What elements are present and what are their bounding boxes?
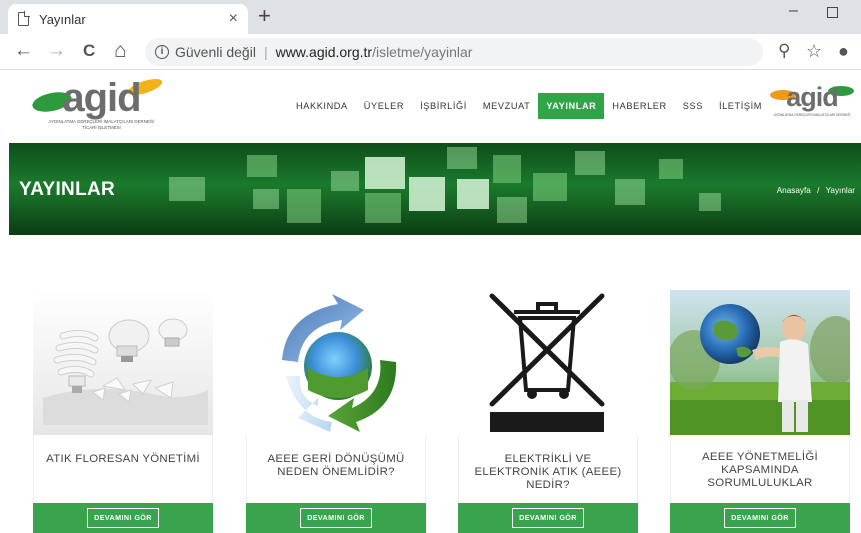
card-title: ELEKTRİKLİ VE ELEKTRONİK ATIK (AEEE) NED… bbox=[458, 435, 638, 503]
menu-item-iletisim[interactable]: İLETİŞİM bbox=[711, 93, 770, 119]
home-icon[interactable]: ⌂ bbox=[114, 40, 127, 62]
url-path: /isletme/yayinlar bbox=[372, 44, 473, 60]
menu-item-hakkinda[interactable]: HAKKINDA bbox=[288, 93, 356, 119]
new-tab-icon[interactable]: + bbox=[258, 5, 271, 27]
menu-item-mevzuat[interactable]: MEVZUAT bbox=[475, 93, 538, 119]
menu-item-isbirligi[interactable]: İŞBİRLİĞİ bbox=[412, 93, 475, 119]
menu-item-sss[interactable]: SSS bbox=[675, 93, 711, 119]
card-title: ATIK FLORESAN YÖNETİMİ bbox=[33, 435, 213, 503]
url-host: www.agid.org.tr bbox=[275, 44, 373, 60]
minimize-icon[interactable]: – bbox=[789, 2, 798, 20]
breadcrumb: Anasayfa / Yayınlar bbox=[777, 186, 855, 195]
recycle-globe-image[interactable] bbox=[246, 290, 426, 435]
card-footer: DEVAMINI GÖR bbox=[246, 503, 426, 533]
security-label: Güvenli değil bbox=[175, 44, 256, 60]
card-title: AEEE GERİ DÖNÜŞÜMÜ NEDEN ÖNEMLİDİR? bbox=[246, 435, 426, 503]
reload-icon[interactable]: C bbox=[83, 40, 95, 62]
publication-card: ELEKTRİKLİ VE ELEKTRONİK ATIK (AEEE) NED… bbox=[458, 290, 638, 533]
breadcrumb-separator: / bbox=[817, 186, 820, 195]
logo-subtitle: AYDINLATMA GEREÇLERİ İMALATÇILARI DERNEĞ… bbox=[48, 119, 155, 130]
info-icon[interactable]: i bbox=[155, 45, 169, 59]
main-menu: HAKKINDA ÜYELER İŞBİRLİĞİ MEVZUAT YAYINL… bbox=[288, 93, 770, 119]
card-footer: DEVAMINI GÖR bbox=[458, 503, 638, 533]
document-icon bbox=[18, 11, 30, 26]
zoom-icon[interactable]: ⚲ bbox=[778, 41, 790, 61]
page-title: YAYINLAR bbox=[19, 179, 116, 200]
menu-item-uyeler[interactable]: ÜYELER bbox=[356, 93, 412, 119]
menu-item-haberler[interactable]: HABERLER bbox=[604, 93, 674, 119]
tab-title: Yayınlar bbox=[39, 11, 86, 27]
menu-item-yayinlar[interactable]: YAYINLAR bbox=[538, 93, 605, 119]
logo-small-subtitle: AYDINLATMA GEREÇLERİ İMALATÇILARI DERNEĞ… bbox=[773, 113, 851, 117]
read-more-button[interactable]: DEVAMINI GÖR bbox=[512, 508, 584, 528]
browser-tabstrip: Yayınlar × + – bbox=[0, 0, 861, 34]
card-footer: DEVAMINI GÖR bbox=[33, 503, 213, 533]
boy-globe-image[interactable] bbox=[670, 290, 850, 435]
site-header: agid AYDINLATMA GEREÇLERİ İMALATÇILARI D… bbox=[0, 71, 861, 143]
card-footer: DEVAMINI GÖR bbox=[670, 503, 850, 533]
publication-card: ATIK FLORESAN YÖNETİMİ DEVAMINI GÖR bbox=[33, 290, 213, 533]
read-more-button[interactable]: DEVAMINI GÖR bbox=[87, 508, 159, 528]
account-icon[interactable]: ● bbox=[838, 41, 849, 62]
read-more-button[interactable]: DEVAMINI GÖR bbox=[300, 508, 372, 528]
address-bar[interactable]: i Güvenli değil | www.agid.org.tr/isletm… bbox=[145, 38, 763, 66]
crossed-bin-image[interactable] bbox=[458, 290, 638, 435]
publication-card: AEEE GERİ DÖNÜŞÜMÜ NEDEN ÖNEMLİDİR? DEVA… bbox=[246, 290, 426, 533]
fluorescent-bulbs-image[interactable] bbox=[33, 290, 213, 435]
agid-logo-small[interactable]: agid AYDINLATMA GEREÇLERİ İMALATÇILARI D… bbox=[770, 84, 854, 118]
agid-logo[interactable]: agid AYDINLATMA GEREÇLERİ İMALATÇILARI D… bbox=[30, 75, 169, 131]
maximize-icon[interactable] bbox=[827, 7, 838, 18]
logo-small-text: agid bbox=[786, 82, 839, 112]
browser-tab[interactable]: Yayınlar × bbox=[8, 4, 248, 34]
publication-card: AEEE YÖNETMELİĞİ KAPSAMINDA SORUMLULUKLA… bbox=[670, 290, 850, 533]
close-tab-icon[interactable]: × bbox=[229, 10, 238, 28]
page-banner: YAYINLAR Anasayfa / Yayınlar bbox=[9, 143, 861, 235]
address-separator: | bbox=[263, 44, 268, 60]
read-more-button[interactable]: DEVAMINI GÖR bbox=[724, 508, 796, 528]
card-title: AEEE YÖNETMELİĞİ KAPSAMINDA SORUMLULUKLA… bbox=[670, 435, 850, 503]
forward-icon[interactable]: → bbox=[47, 40, 66, 62]
back-icon[interactable]: ← bbox=[14, 40, 33, 62]
breadcrumb-current: Yayınlar bbox=[825, 186, 855, 195]
breadcrumb-home-link[interactable]: Anasayfa bbox=[777, 186, 811, 195]
bookmark-star-icon[interactable]: ☆ bbox=[806, 41, 822, 62]
browser-toolbar: ← → C ⌂ i Güvenli değil | www.agid.org.t… bbox=[0, 34, 861, 70]
logo-text: agid bbox=[62, 76, 141, 120]
